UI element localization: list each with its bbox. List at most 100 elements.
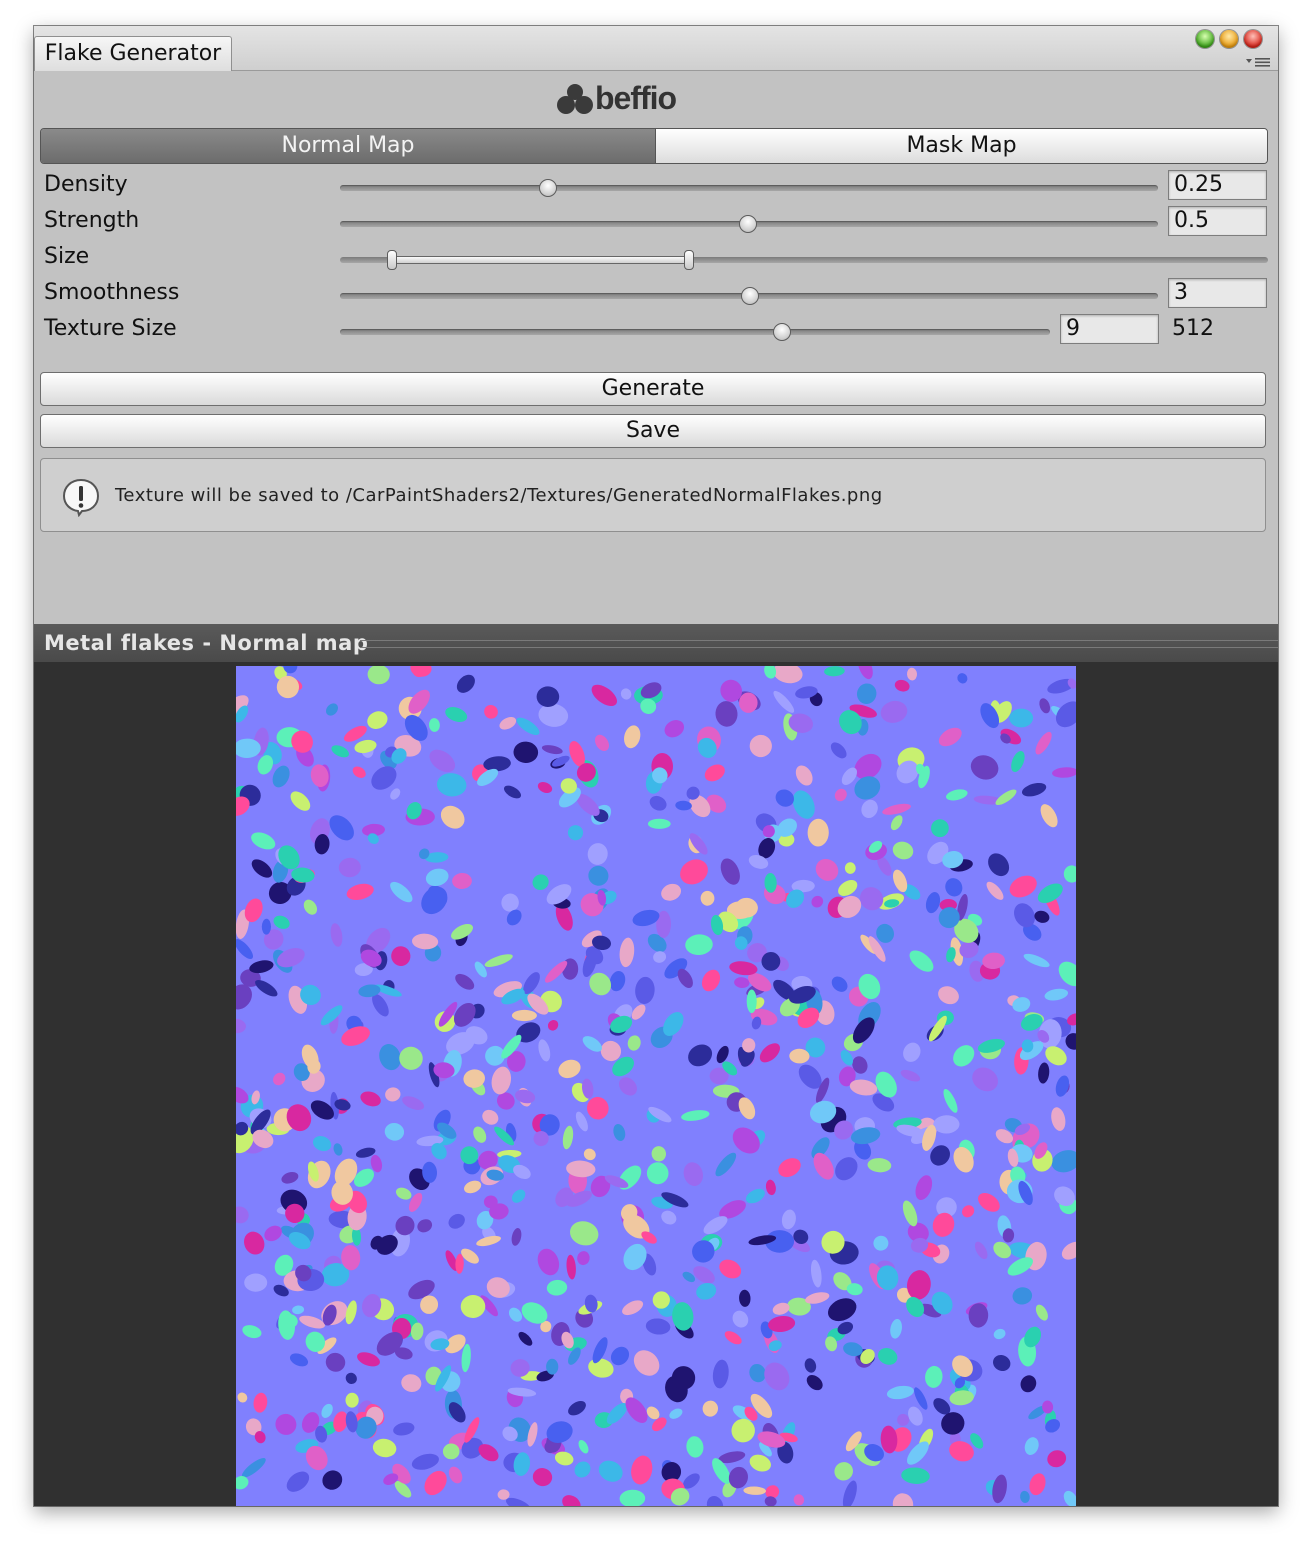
flake xyxy=(938,986,959,1005)
size-min-handle[interactable] xyxy=(387,250,397,270)
flake xyxy=(594,734,610,751)
flake xyxy=(620,688,632,700)
flake xyxy=(988,853,1010,877)
flake xyxy=(892,1493,914,1506)
flake xyxy=(732,1310,749,1328)
flake xyxy=(1038,1062,1050,1084)
flake xyxy=(242,1325,262,1339)
flake xyxy=(473,1126,487,1143)
flake xyxy=(867,1158,892,1173)
flake xyxy=(546,1279,568,1296)
flake xyxy=(513,741,539,764)
flake xyxy=(486,1277,510,1298)
save-button[interactable]: Save xyxy=(40,414,1266,448)
flake xyxy=(993,1328,1006,1340)
flake xyxy=(1035,1304,1048,1321)
flake xyxy=(345,1392,359,1408)
flake xyxy=(743,1486,766,1495)
flake xyxy=(815,858,839,881)
flake-generator-window: Flake Generator beffio Normal Map Mask M… xyxy=(34,26,1278,1506)
flake xyxy=(696,1282,717,1300)
close-button[interactable] xyxy=(1244,30,1262,48)
flake xyxy=(541,745,563,755)
flake xyxy=(577,1251,590,1266)
flake xyxy=(946,789,968,801)
texture-size-slider-track[interactable] xyxy=(340,329,1050,335)
density-slider-thumb[interactable] xyxy=(539,179,557,197)
flake xyxy=(749,734,772,758)
flake xyxy=(236,1018,246,1034)
flake xyxy=(568,1400,586,1416)
flake xyxy=(745,1188,765,1204)
flake xyxy=(834,1462,853,1481)
flake xyxy=(704,764,725,782)
strength-slider-thumb[interactable] xyxy=(739,215,757,233)
flake xyxy=(448,1213,465,1229)
flake xyxy=(244,1231,265,1255)
flake xyxy=(251,859,273,878)
flake xyxy=(236,939,254,960)
tab-mask-map[interactable]: Mask Map xyxy=(656,129,1267,163)
tab-normal-map[interactable]: Normal Map xyxy=(41,129,656,163)
minimize-button[interactable] xyxy=(1220,30,1238,48)
flake xyxy=(903,1042,921,1062)
context-menu-icon[interactable] xyxy=(1244,54,1272,68)
flake xyxy=(464,1180,482,1194)
smoothness-field[interactable]: 3 xyxy=(1168,278,1267,308)
flake xyxy=(253,1392,268,1413)
texture-size-field[interactable]: 9 xyxy=(1060,314,1159,344)
smoothness-slider-thumb[interactable] xyxy=(741,287,759,305)
flake xyxy=(646,1162,669,1185)
maximize-button[interactable] xyxy=(1196,30,1214,48)
flake xyxy=(547,1019,559,1031)
density-field[interactable]: 0.25 xyxy=(1168,170,1267,200)
flake xyxy=(680,859,708,885)
flake xyxy=(1029,1473,1046,1496)
flake xyxy=(331,745,349,758)
flake xyxy=(661,883,682,901)
flake xyxy=(574,1461,591,1478)
flake xyxy=(715,701,738,727)
generate-button[interactable]: Generate xyxy=(40,372,1266,406)
flake xyxy=(452,872,472,890)
flake xyxy=(281,1172,299,1184)
flake xyxy=(558,1059,581,1079)
flake xyxy=(384,1122,405,1141)
strength-label: Strength xyxy=(44,208,140,233)
window-tab[interactable]: Flake Generator xyxy=(34,36,232,71)
size-max-handle[interactable] xyxy=(684,250,694,270)
flake xyxy=(1055,701,1076,728)
flake xyxy=(619,1489,646,1506)
flake xyxy=(720,858,740,885)
flake xyxy=(827,1298,857,1322)
flake xyxy=(532,1468,553,1487)
flake xyxy=(244,1273,268,1292)
texture-size-slider-thumb[interactable] xyxy=(773,323,791,341)
flake xyxy=(390,788,401,800)
flake xyxy=(273,1072,286,1086)
flake xyxy=(1052,767,1076,778)
flake xyxy=(993,1241,1012,1259)
flake xyxy=(1009,875,1037,898)
flake xyxy=(993,1354,1011,1372)
flake xyxy=(440,805,465,829)
flake xyxy=(894,679,910,692)
flake xyxy=(586,1096,609,1120)
flake xyxy=(1063,1490,1076,1506)
flake xyxy=(484,704,498,719)
flake xyxy=(609,970,626,992)
flake xyxy=(338,857,361,878)
flake xyxy=(619,1077,637,1096)
normal-map-preview-image xyxy=(236,666,1076,1506)
flake xyxy=(1051,1150,1076,1173)
flake xyxy=(402,1096,425,1110)
flake xyxy=(417,1219,433,1233)
density-slider-track[interactable] xyxy=(340,185,1158,191)
size-range-fill[interactable] xyxy=(392,256,690,264)
flake xyxy=(372,1438,397,1458)
strength-field[interactable]: 0.5 xyxy=(1168,206,1267,236)
flake xyxy=(856,683,877,704)
flake xyxy=(499,717,517,730)
flake xyxy=(622,1300,644,1316)
flake xyxy=(1061,1241,1076,1260)
